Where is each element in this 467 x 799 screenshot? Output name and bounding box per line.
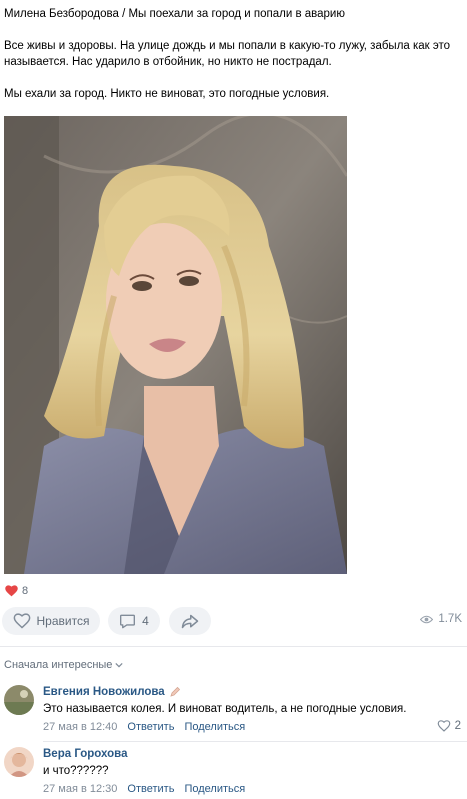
comment-icon (120, 614, 136, 628)
eye-icon (420, 615, 434, 623)
post-paragraph-2: Мы ехали за город. Никто не виноват, это… (4, 88, 330, 100)
comment-like-count: 2 (454, 720, 461, 732)
reactions-summary[interactable]: 8 (5, 585, 28, 597)
views-counter: 1.7K (420, 613, 462, 625)
like-button[interactable]: Нравится (2, 607, 100, 635)
pencil-icon (170, 686, 180, 697)
heart-outline-icon (437, 720, 450, 732)
post-title: Милена Безбородова / Мы поехали за город… (4, 8, 345, 20)
comment-time[interactable]: 27 мая в 12:40 (43, 721, 117, 733)
comment-item: Евгения Новожилова Это называется колея.… (0, 683, 467, 743)
share-link[interactable]: Поделиться (184, 783, 245, 795)
comment-count: 4 (142, 614, 149, 628)
share-arrow-icon (181, 614, 199, 628)
chevron-down-icon (115, 662, 124, 668)
comment-item: Вера Горохова и что?????? 27 мая в 12:30… (0, 745, 467, 799)
avatar[interactable] (4, 685, 34, 715)
post-photo[interactable] (4, 116, 347, 574)
comments-sort-dropdown[interactable]: Сначала интересные (4, 659, 124, 671)
reply-link[interactable]: Ответить (127, 721, 174, 733)
post-actions: Нравится 4 1.7K (0, 607, 467, 635)
comment-text: и что?????? (43, 765, 109, 777)
post-paragraph-1: Все живы и здоровы. На улице дождь и мы … (4, 40, 451, 68)
comments-sort-label: Сначала интересные (4, 659, 113, 671)
reactions-count: 8 (22, 585, 29, 597)
share-button[interactable] (169, 607, 211, 635)
post-text: Милена Безбородова / Мы поехали за город… (4, 6, 462, 102)
divider (0, 646, 467, 647)
reply-link[interactable]: Ответить (127, 783, 174, 795)
comment-meta: 27 мая в 12:30 Ответить Поделиться (43, 783, 245, 795)
heart-reaction-icon (5, 585, 18, 597)
comment-author[interactable]: Вера Горохова (43, 748, 128, 760)
comment-author[interactable]: Евгения Новожилова (43, 686, 181, 698)
comment-time[interactable]: 27 мая в 12:30 (43, 783, 117, 795)
avatar[interactable] (4, 747, 34, 777)
heart-outline-icon (13, 613, 30, 629)
comment-separator (43, 741, 467, 742)
comment-text: Это называется колея. И виноват водитель… (43, 703, 407, 715)
comment-like-button[interactable]: 2 (437, 720, 461, 732)
views-count: 1.7K (438, 613, 462, 625)
like-label: Нравится (36, 614, 90, 628)
comment-meta: 27 мая в 12:40 Ответить Поделиться (43, 721, 245, 733)
comment-button[interactable]: 4 (108, 607, 160, 635)
share-link[interactable]: Поделиться (184, 721, 245, 733)
